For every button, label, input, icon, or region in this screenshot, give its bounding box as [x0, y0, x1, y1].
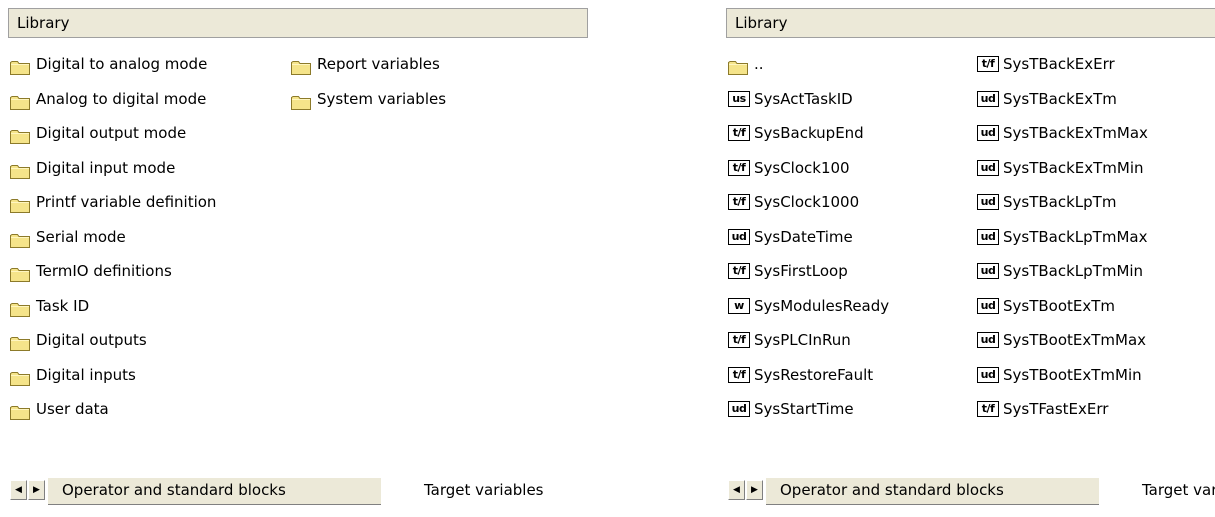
tab-label: Operator and standard blocks: [780, 481, 1004, 499]
type-badge-icon: ud: [977, 125, 999, 141]
folder-icon: [728, 56, 748, 75]
tab-target-variables[interactable]: Target variables: [1132, 478, 1215, 504]
folder-icon: [10, 56, 30, 75]
list-item-label: Analog to digital mode: [36, 89, 207, 108]
list-item-label: Digital input mode: [36, 158, 176, 177]
list-item-label: User data: [36, 400, 109, 418]
type-badge-icon: ud: [977, 228, 999, 245]
type-badge-icon: t/f: [977, 56, 999, 72]
list-item-label: SysTBackExTmMin: [1003, 158, 1144, 177]
list-item-label: SysClock100: [754, 158, 850, 177]
tab-operator-standard-blocks[interactable]: Operator and standard blocks: [48, 478, 381, 505]
arrow-right-icon[interactable]: ▶: [28, 480, 45, 500]
type-badge-icon: t/f: [728, 332, 750, 348]
list-item-label: System variables: [317, 89, 447, 108]
folder-icon: [10, 332, 30, 351]
type-badge-icon: t/f: [728, 366, 750, 383]
list-item-label: SysClock1000: [754, 193, 860, 211]
list-item-label: SysTBackLpTmMin: [1003, 262, 1144, 280]
list-item-label: ..: [754, 55, 764, 73]
type-badge-icon: ud: [977, 366, 999, 383]
type-badge-icon: t/f: [728, 194, 750, 210]
library-panel-left: Library Digital to analog mode Analog to …: [8, 8, 588, 510]
list-item-label: Report variables: [317, 55, 440, 73]
arrow-right-icon[interactable]: ▶: [746, 480, 763, 500]
list-item-label: SysPLCInRun: [754, 331, 851, 349]
tab-operator-standard-blocks[interactable]: Operator and standard blocks: [766, 478, 1099, 505]
list-item-label: Digital output mode: [36, 124, 187, 142]
tab-bar: ◀ ▶ Operator and standard blocks Target …: [8, 478, 588, 505]
type-badge-icon: ud: [728, 228, 750, 245]
list-item-label: SysStartTime: [754, 400, 854, 418]
list-item-label: Task ID: [36, 296, 90, 315]
library-header: Library: [8, 8, 588, 38]
folder-icon: [10, 160, 30, 179]
library-variables-list: .. us SysActTaskID t/f SysBackupEnd t/f SysClo…: [726, 50, 1215, 464]
type-badge-icon: ud: [977, 263, 999, 279]
list-item-label: TermIO definitions: [36, 262, 172, 280]
list-item-label: Digital outputs: [36, 331, 147, 349]
folder-icon: [10, 91, 30, 110]
list-item-label: Digital to analog mode: [36, 55, 208, 73]
list-item-label: SysTBackExTm: [1003, 89, 1117, 108]
type-badge-icon: us: [728, 90, 750, 107]
list-item-label: SysActTaskID: [754, 89, 853, 108]
type-badge-icon: t/f: [977, 401, 999, 417]
folder-icon: [10, 125, 30, 144]
library-tree-list: Digital to analog mode Analog to digital …: [8, 50, 588, 464]
folder-icon: [10, 263, 30, 282]
library-panel-right: Library .. us SysActTaskID t/f SysBackupEnd t…: [726, 8, 1215, 510]
type-badge-icon: ud: [977, 332, 999, 348]
library-header-label: Library: [735, 14, 788, 32]
library-header-label: Library: [17, 14, 70, 32]
arrow-left-icon[interactable]: ◀: [728, 480, 745, 500]
list-item-label: SysTBootExTm: [1003, 296, 1116, 315]
list-item-label: SysBackupEnd: [754, 124, 864, 142]
tab-bar: ◀ ▶ Operator and standard blocks Target …: [726, 478, 1215, 505]
list-item-label: SysTBackLpTm: [1003, 193, 1117, 211]
type-badge-icon: t/f: [728, 125, 750, 141]
type-badge-icon: ud: [977, 194, 999, 210]
folder-icon: [291, 56, 311, 75]
list-item-label: SysTBackExErr: [1003, 55, 1115, 73]
tab-target-variables[interactable]: Target variables: [414, 478, 558, 504]
list-item-label: SysTBackExTmMax: [1003, 124, 1148, 142]
folder-icon: [10, 367, 30, 386]
tab-label: Target variables: [1142, 481, 1215, 499]
folder-icon: [10, 401, 30, 420]
folder-icon: [10, 298, 30, 317]
library-header: Library: [726, 8, 1215, 38]
tab-label: Operator and standard blocks: [62, 481, 286, 499]
folder-icon: [10, 229, 30, 248]
list-item-label: Printf variable definition: [36, 193, 217, 211]
list-item-label: SysTFastExErr: [1003, 400, 1109, 418]
list-item-label: SysTBootExTmMin: [1003, 365, 1142, 384]
list-item-label: SysDateTime: [754, 227, 853, 246]
list-item-label: SysModulesReady: [754, 296, 890, 315]
type-badge-icon: ud: [977, 297, 999, 314]
list-item-label: Serial mode: [36, 227, 126, 246]
list-item-label: Digital inputs: [36, 365, 136, 384]
tab-label: Target variables: [424, 481, 544, 499]
type-badge-icon: t/f: [728, 263, 750, 279]
arrow-left-icon[interactable]: ◀: [10, 480, 27, 500]
type-badge-icon: ud: [977, 90, 999, 107]
list-item-label: SysTBootExTmMax: [1003, 331, 1147, 349]
type-badge-icon: w: [728, 297, 750, 314]
folder-icon: [291, 91, 311, 110]
type-badge-icon: t/f: [728, 159, 750, 176]
type-badge-icon: ud: [977, 159, 999, 176]
list-item-label: SysRestoreFault: [754, 365, 874, 384]
folder-icon: [10, 194, 30, 213]
type-badge-icon: ud: [728, 401, 750, 417]
list-item-label: SysFirstLoop: [754, 262, 848, 280]
list-item-label: SysTBackLpTmMax: [1003, 227, 1148, 246]
